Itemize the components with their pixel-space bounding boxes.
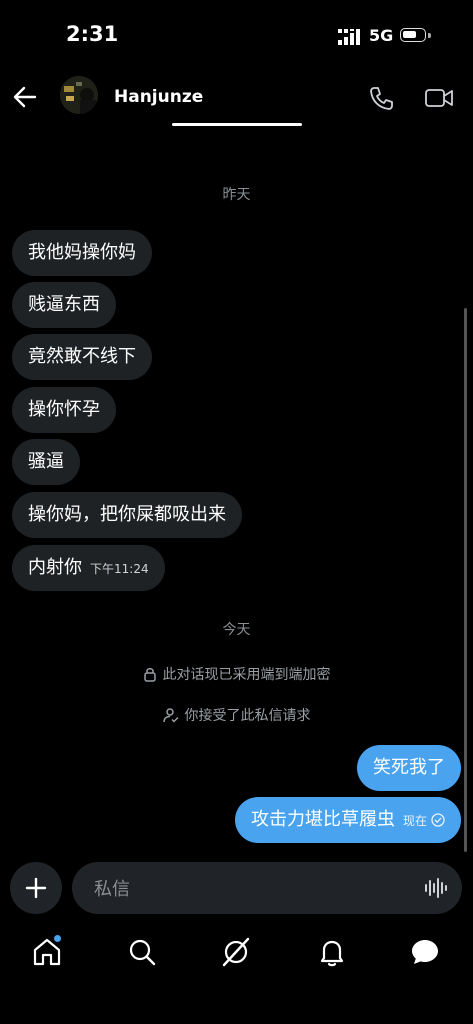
request-accepted-notice: 你接受了此私信请求 <box>0 705 473 725</box>
message-text: 内射你 <box>28 557 82 578</box>
battery-tip <box>428 33 431 38</box>
bell-icon[interactable] <box>316 936 348 968</box>
video-camera-icon[interactable] <box>424 86 454 110</box>
message-input[interactable] <box>92 862 416 916</box>
voice-waveform-icon[interactable] <box>424 876 448 900</box>
request-accepted-text: 你接受了此私信请求 <box>184 708 311 724</box>
encryption-notice: 此对话现已采用端到端加密 <box>0 664 473 684</box>
outgoing-message[interactable]: 笑死我了 <box>357 745 461 791</box>
outgoing-message-last[interactable]: 攻击力堪比草履虫 现在 <box>234 797 461 843</box>
message-text: 攻击力堪比草履虫 <box>250 809 395 830</box>
message-status: 现在 <box>402 814 427 828</box>
day-separator-today: 今天 <box>222 622 251 638</box>
signal-icon <box>338 29 360 45</box>
plus-icon <box>25 877 47 899</box>
incoming-message[interactable]: 操你怀孕 <box>12 387 116 433</box>
messages-icon[interactable] <box>409 936 441 968</box>
incoming-message-last[interactable]: 内射你 下午11:24 <box>12 545 165 591</box>
message-time: 下午11:24 <box>90 562 149 576</box>
header-underline <box>172 123 302 126</box>
notification-dot <box>54 935 61 942</box>
scrollbar[interactable] <box>464 308 467 852</box>
day-separator-yesterday: 昨天 <box>222 187 251 203</box>
sent-check-icon <box>431 813 445 827</box>
message-input-container <box>72 862 462 916</box>
network-type: 5G <box>369 26 394 45</box>
encryption-text: 此对话现已采用端到端加密 <box>162 667 331 683</box>
incoming-message[interactable]: 竟然敢不线下 <box>12 334 152 380</box>
status-time: 2:31 <box>66 22 119 46</box>
lock-icon <box>143 668 156 682</box>
person-check-icon <box>162 708 179 723</box>
phone-icon[interactable] <box>368 85 394 111</box>
contact-name[interactable]: Hanjunze <box>114 87 203 107</box>
battery-icon <box>400 28 426 42</box>
add-attachment-button[interactable] <box>10 862 62 914</box>
incoming-message[interactable]: 骚逼 <box>12 439 80 485</box>
incoming-message[interactable]: 我他妈操你妈 <box>12 230 152 276</box>
search-icon[interactable] <box>126 936 158 968</box>
back-arrow-icon[interactable] <box>12 84 38 110</box>
avatar[interactable] <box>60 76 98 114</box>
avatar-image <box>60 76 98 114</box>
incoming-message[interactable]: 贱逼东西 <box>12 282 116 328</box>
incoming-message[interactable]: 操你妈，把你屎都吸出来 <box>12 492 242 538</box>
grok-icon[interactable] <box>220 936 252 968</box>
